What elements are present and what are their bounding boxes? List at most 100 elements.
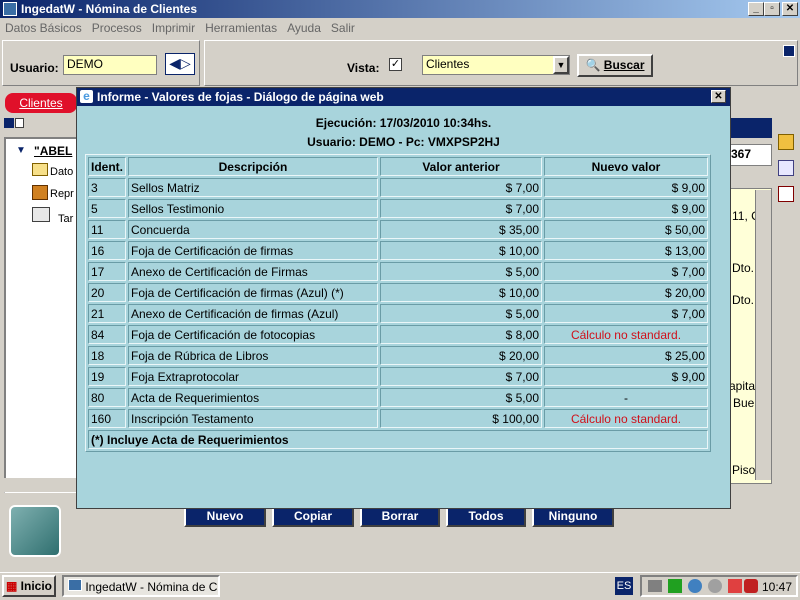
table-row: 19 Foja Extraprotocolar $ 7,00 $ 9,00: [88, 367, 708, 386]
table-row: 18 Foja de Rúbrica de Libros $ 20,00 $ 25,0…: [88, 346, 708, 365]
app-icon: [3, 2, 17, 16]
app-small-icon: [68, 579, 82, 591]
cell-valor-anterior: $ 8,00: [380, 325, 542, 344]
shield-icon[interactable]: [744, 579, 758, 593]
cell-valor-anterior: $ 7,00: [380, 367, 542, 386]
menu-ayuda[interactable]: Ayuda: [282, 18, 326, 38]
ninguno-button[interactable]: Ninguno: [532, 507, 614, 527]
client-id-field[interactable]: 367: [728, 144, 772, 166]
menu-datos-basicos[interactable]: Datos Básicos: [0, 18, 87, 38]
usuario-input[interactable]: DEMO: [63, 55, 157, 75]
cell-valor-anterior: $ 7,00: [380, 178, 542, 197]
calculator-icon[interactable]: [778, 134, 794, 150]
vista-checkbox[interactable]: ✓: [389, 58, 402, 71]
usuario-label: Usuario:: [10, 61, 59, 75]
start-button[interactable]: ▦ Inicio: [2, 575, 56, 597]
vista-select-value: Clientes: [426, 57, 470, 71]
col-valor-anterior: Valor anterior: [380, 157, 542, 176]
menu-bar: Datos Básicos Procesos Imprimir Herramienta…: [0, 18, 800, 38]
header-strip: [728, 118, 772, 138]
maximize-button[interactable]: ▫: [764, 2, 780, 16]
cell-nuevo-valor: -: [544, 388, 708, 407]
cell-descripcion: Concuerda: [128, 220, 378, 239]
speaker-icon[interactable]: [688, 579, 702, 593]
language-indicator[interactable]: ES: [615, 577, 633, 595]
cell-ident: 11: [88, 220, 126, 239]
cell-valor-anterior: $ 10,00: [380, 283, 542, 302]
cell-ident: 160: [88, 409, 126, 428]
print-icon[interactable]: [778, 186, 794, 202]
chevron-down-icon[interactable]: ▼: [553, 56, 569, 74]
vista-panel: Vista: ✓ Clientes ▼ 🔍 Buscar: [204, 40, 798, 86]
menu-imprimir[interactable]: Imprimir: [147, 18, 200, 38]
keyboard-icon[interactable]: [648, 580, 662, 592]
tree-root[interactable]: "ABEL: [34, 144, 72, 158]
settings-icon[interactable]: [708, 579, 722, 593]
search-icon: 🔍: [585, 58, 601, 72]
tree-item-datos[interactable]: Dato: [50, 166, 73, 178]
cell-descripcion: Foja de Certificación de firmas: [128, 241, 378, 260]
network-icon[interactable]: [668, 579, 682, 593]
menu-salir[interactable]: Salir: [326, 18, 360, 38]
col-ident: Ident.: [88, 157, 126, 176]
window-title-bar[interactable]: IngedatW - Nómina de Clientes _ ▫ ✕: [0, 0, 800, 18]
cell-ident: 84: [88, 325, 126, 344]
windows-icon: ▦: [5, 579, 18, 593]
vista-label: Vista:: [347, 61, 380, 75]
todos-button[interactable]: Todos: [446, 507, 526, 527]
cell-valor-anterior: $ 35,00: [380, 220, 542, 239]
report-icon[interactable]: [778, 160, 794, 176]
table-row: 5 Sellos Testimonio $ 7,00 $ 9,00: [88, 199, 708, 218]
close-button[interactable]: ✕: [782, 2, 798, 16]
taskbar-item-label: IngedatW - Nómina de Cl...: [85, 580, 220, 594]
report-user-pc: Usuario: DEMO - Pc: VMXPSP2HJ: [307, 135, 500, 149]
usuario-panel: Usuario: DEMO ◀▷: [2, 40, 200, 86]
cell-valor-anterior: $ 10,00: [380, 241, 542, 260]
horizontal-scrollbar[interactable]: [4, 478, 78, 492]
security-icon[interactable]: [728, 579, 742, 593]
window-small-icon[interactable]: [783, 45, 795, 57]
borrar-button[interactable]: Borrar: [360, 507, 440, 527]
menu-procesos[interactable]: Procesos: [87, 18, 147, 38]
expand-icon[interactable]: [4, 118, 14, 128]
report-execution: Ejecución: 17/03/2010 10:34hs.: [315, 116, 492, 130]
table-row: 84 Foja de Certificación de fotocopias $ 8…: [88, 325, 708, 344]
nuevo-button[interactable]: Nuevo: [184, 507, 266, 527]
vista-select[interactable]: Clientes ▼: [422, 55, 570, 75]
clock[interactable]: 10:47: [762, 580, 792, 594]
cell-descripcion: Anexo de Certificación de firmas (Azul): [128, 304, 378, 323]
cell-ident: 21: [88, 304, 126, 323]
ie-icon: e: [80, 90, 93, 103]
buscar-button[interactable]: 🔍 Buscar: [577, 54, 653, 77]
cell-descripcion: Sellos Testimonio: [128, 199, 378, 218]
table-row: 11 Concuerda $ 35,00 $ 50,00: [88, 220, 708, 239]
taskbar-item-ingedatw[interactable]: IngedatW - Nómina de Cl...: [62, 575, 220, 597]
values-table: Ident. Descripción Valor anterior Nuevo …: [85, 154, 711, 452]
cell-nuevo-valor: $ 50,00: [544, 220, 708, 239]
buscar-label: Buscar: [603, 58, 645, 72]
tree-item-repr[interactable]: Repr: [50, 188, 74, 200]
cell-nuevo-valor: $ 20,00: [544, 283, 708, 302]
minimize-button[interactable]: _: [748, 2, 764, 16]
dialog-close-button[interactable]: ✕: [711, 90, 726, 103]
cell-nuevo-valor: $ 25,00: [544, 346, 708, 365]
tree-item-tar[interactable]: Tar: [58, 213, 73, 225]
cell-nuevo-valor: $ 7,00: [544, 304, 708, 323]
vertical-scrollbar[interactable]: [755, 190, 771, 480]
cell-nuevo-valor: Cálculo no standard.: [544, 325, 708, 344]
new-doc-icon[interactable]: [15, 118, 24, 128]
client-tree[interactable]: ▼ "ABEL Dato Repr Tar: [4, 137, 78, 493]
cell-descripcion: Inscripción Testamento: [128, 409, 378, 428]
tree-expand-icon[interactable]: ▼: [16, 145, 26, 156]
footnote: (*) Incluye Acta de Requerimientos: [88, 430, 708, 449]
tab-clientes[interactable]: Clientes: [5, 93, 77, 113]
copiar-button[interactable]: Copiar: [272, 507, 354, 527]
menu-herramientas[interactable]: Herramientas: [200, 18, 282, 38]
table-row: 20 Foja de Certificación de firmas (Azul)…: [88, 283, 708, 302]
dialog-title-bar[interactable]: e Informe - Valores de fojas - Diálogo d…: [77, 88, 730, 106]
cell-ident: 20: [88, 283, 126, 302]
cell-nuevo-valor: $ 13,00: [544, 241, 708, 260]
window-title: IngedatW - Nómina de Clientes: [21, 2, 198, 16]
swap-arrows-icon[interactable]: ◀▷: [165, 53, 195, 75]
col-nuevo-valor: Nuevo valor: [544, 157, 708, 176]
